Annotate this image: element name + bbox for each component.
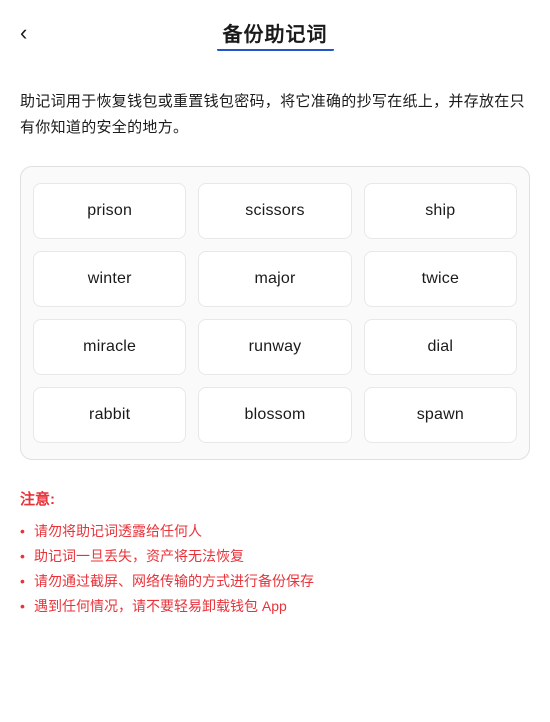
mnemonic-word-3: ship [364, 183, 517, 239]
notes-item-3: 请勿通过截屏、网络传输的方式进行备份保存 [20, 569, 530, 594]
mnemonic-word-9: dial [364, 319, 517, 375]
mnemonic-word-7: miracle [33, 319, 186, 375]
notes-item-1: 请勿将助记词透露给任何人 [20, 519, 530, 544]
mnemonic-word-2: scissors [198, 183, 351, 239]
backup-mnemonic-page: ‹ 备份助记词 助记词用于恢复钱包或重置钱包密码，将它准确的抄写在纸上，并存放在… [0, 0, 550, 649]
mnemonic-word-4: winter [33, 251, 186, 307]
mnemonic-word-8: runway [198, 319, 351, 375]
header-title-wrapper: 备份助记词 [223, 18, 328, 47]
notes-title: 注意: [20, 488, 530, 509]
page-title: 备份助记词 [223, 24, 328, 46]
notes-section: 注意: 请勿将助记词透露给任何人助记词一旦丢失，资产将无法恢复请勿通过截屏、网络… [20, 488, 530, 650]
title-underline [217, 48, 334, 51]
mnemonic-word-6: twice [364, 251, 517, 307]
back-button[interactable]: ‹ [20, 18, 35, 48]
mnemonic-word-5: major [198, 251, 351, 307]
header: ‹ 备份助记词 [20, 0, 530, 61]
mnemonic-word-1: prison [33, 183, 186, 239]
description-text: 助记词用于恢复钱包或重置钱包密码，将它准确的抄写在纸上，并存放在只有你知道的安全… [20, 89, 530, 142]
mnemonic-word-11: blossom [198, 387, 351, 443]
notes-item-2: 助记词一旦丢失，资产将无法恢复 [20, 544, 530, 569]
mnemonic-word-12: spawn [364, 387, 517, 443]
mnemonic-container: prisonscissorsship wintermajortwice miracl… [20, 166, 530, 460]
notes-list: 请勿将助记词透露给任何人助记词一旦丢失，资产将无法恢复请勿通过截屏、网络传输的方… [20, 519, 530, 620]
mnemonic-grid: prisonscissorsship wintermajortwice miracl… [33, 183, 517, 443]
notes-item-4: 遇到任何情况，请不要轻易卸载钱包 App [20, 594, 530, 619]
mnemonic-word-10: rabbit [33, 387, 186, 443]
